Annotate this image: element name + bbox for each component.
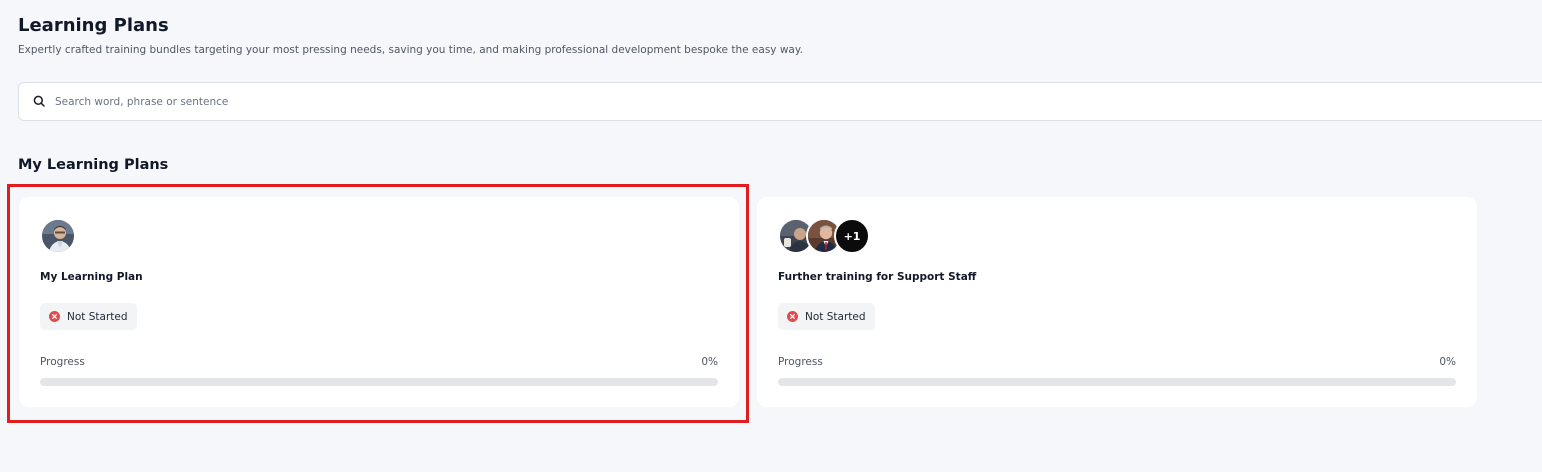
status-label: Not Started (67, 310, 128, 323)
more-members-badge: +1 (834, 218, 870, 254)
progress-value: 0% (701, 356, 718, 368)
status-badge: Not Started (40, 303, 137, 330)
page-title: Learning Plans (18, 15, 169, 36)
search-bar[interactable] (18, 82, 1542, 121)
learning-plan-card[interactable]: +1 Further training for Support Staff No… (757, 197, 1477, 407)
section-title: My Learning Plans (18, 157, 169, 173)
status-label: Not Started (805, 310, 866, 323)
avatar (40, 218, 76, 254)
error-circle-icon (49, 311, 60, 322)
plan-title: My Learning Plan (40, 271, 143, 283)
plan-title: Further training for Support Staff (778, 271, 977, 283)
progress-label: Progress (778, 356, 823, 368)
error-circle-icon (787, 311, 798, 322)
page-subtitle: Expertly crafted training bundles target… (18, 44, 803, 56)
status-badge: Not Started (778, 303, 875, 330)
search-icon (32, 94, 47, 109)
progress-value: 0% (1439, 356, 1456, 368)
progress-label: Progress (40, 356, 85, 368)
progress-bar (40, 378, 718, 386)
progress-bar (778, 378, 1456, 386)
learning-plans-page: Learning Plans Expertly crafted training… (0, 0, 1542, 472)
learning-plan-card[interactable]: My Learning Plan Not Started Progress 0% (19, 197, 739, 407)
search-input[interactable] (55, 83, 955, 120)
avatar-group: +1 (778, 218, 870, 254)
avatar-group (40, 218, 76, 254)
